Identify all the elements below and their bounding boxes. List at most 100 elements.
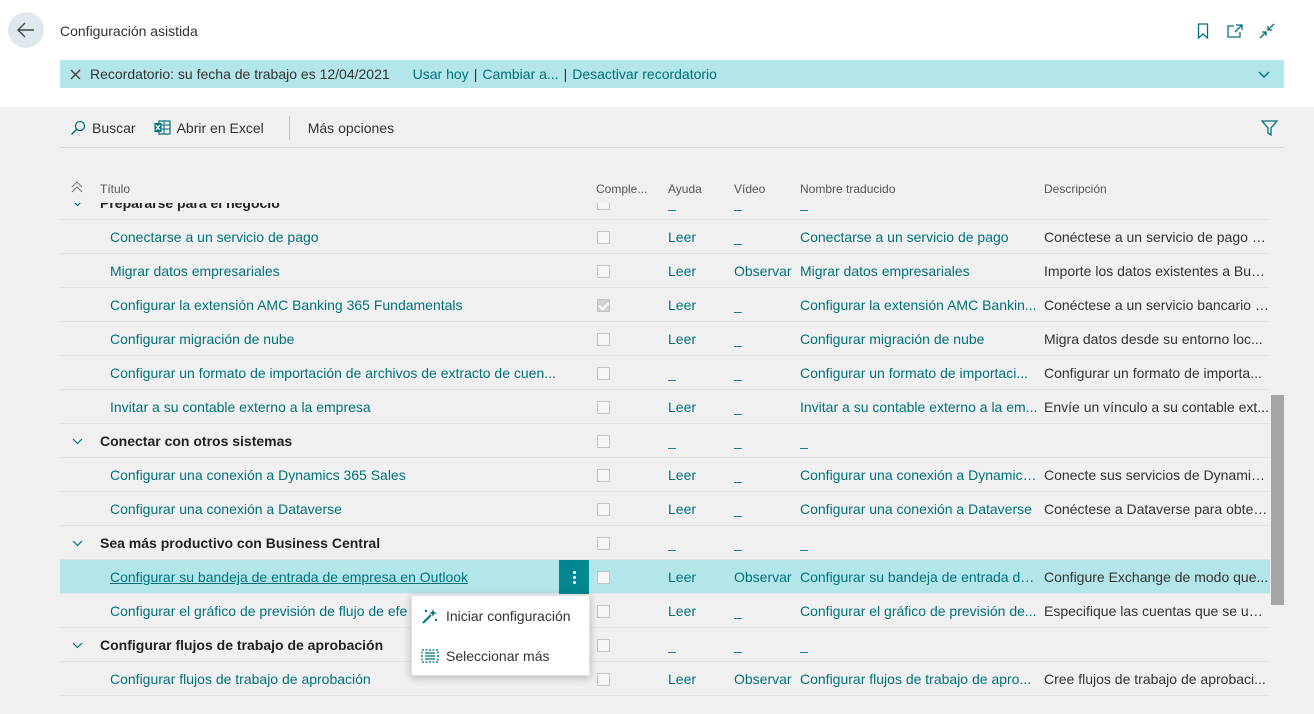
video-link[interactable]: _: [734, 356, 794, 390]
chevron-down-icon[interactable]: [72, 424, 83, 458]
video-link[interactable]: _: [734, 424, 794, 458]
help-link[interactable]: _: [668, 628, 728, 662]
chevron-down-icon[interactable]: [72, 203, 83, 220]
completed-checkbox[interactable]: [597, 469, 610, 482]
search-button[interactable]: Buscar: [70, 120, 136, 136]
setup-title-link[interactable]: Migrar datos empresariales: [110, 254, 560, 288]
group-row[interactable]: Sea más productivo con Business Central _…: [60, 526, 1270, 560]
table-row[interactable]: Configurar la extensión AMC Banking 365 …: [60, 288, 1270, 322]
completed-checkbox[interactable]: [597, 367, 610, 380]
translated-name-link[interactable]: Migrar datos empresariales: [800, 254, 1038, 288]
table-row[interactable]: Configurar migración de nube Leer _ Configu…: [60, 322, 1270, 356]
video-link[interactable]: _: [734, 492, 794, 526]
completed-checkbox[interactable]: [597, 231, 610, 244]
translated-name-link[interactable]: Configurar flujos de trabajo de apro...: [800, 662, 1038, 696]
translated-name-link[interactable]: Conectarse a un servicio de pago: [800, 220, 1038, 254]
column-help[interactable]: Ayuda: [668, 182, 702, 196]
video-link[interactable]: _: [734, 220, 794, 254]
chevron-down-icon[interactable]: [72, 628, 83, 662]
completed-checkbox[interactable]: [597, 265, 610, 278]
completed-checkbox[interactable]: [597, 203, 610, 210]
column-description[interactable]: Descripción: [1044, 182, 1107, 196]
table-row[interactable]: Configurar un formato de importación de …: [60, 356, 1270, 390]
setup-title-link[interactable]: Configurar su bandeja de entrada de empr…: [110, 560, 550, 594]
back-button[interactable]: [8, 12, 44, 48]
translated-name-link[interactable]: Configurar el gráfico de previsión de...: [800, 594, 1038, 628]
help-link[interactable]: _: [668, 356, 728, 390]
completed-checkbox[interactable]: [597, 299, 610, 312]
help-link[interactable]: _: [668, 526, 728, 560]
translated-name-link[interactable]: _: [800, 203, 1038, 220]
group-row[interactable]: Configurar flujos de trabajo de aprobaci…: [60, 628, 1270, 662]
collapse-all-icon[interactable]: [71, 181, 83, 196]
select-more-menu-item[interactable]: Seleccionar más: [412, 636, 591, 676]
completed-checkbox[interactable]: [597, 639, 610, 652]
table-row[interactable]: Configurar una conexión a Dataverse Leer _…: [60, 492, 1270, 526]
help-link[interactable]: Leer: [668, 560, 728, 594]
close-icon[interactable]: [60, 69, 90, 80]
table-row[interactable]: Configurar su bandeja de entrada de empr…: [60, 560, 1270, 594]
use-today-link[interactable]: Usar hoy: [413, 66, 469, 82]
translated-name-link[interactable]: _: [800, 424, 1038, 458]
help-link[interactable]: Leer: [668, 492, 728, 526]
table-row[interactable]: Invitar a su contable externo a la empre…: [60, 390, 1270, 424]
completed-checkbox[interactable]: [597, 435, 610, 448]
table-row[interactable]: Configurar flujos de trabajo de aprobaci…: [60, 662, 1270, 696]
chevron-down-icon[interactable]: [72, 526, 83, 560]
row-menu-button[interactable]: [559, 560, 589, 594]
column-video[interactable]: Vídeo: [734, 182, 765, 196]
column-title[interactable]: Título: [100, 182, 130, 196]
translated-name-link[interactable]: _: [800, 526, 1038, 560]
table-row[interactable]: Migrar datos empresariales Leer Observar Mi…: [60, 254, 1270, 288]
column-translated-name[interactable]: Nombre traducido: [800, 182, 895, 196]
start-setup-menu-item[interactable]: Iniciar configuración: [412, 596, 591, 636]
table-row[interactable]: Configurar una conexión a Dynamics 365 S…: [60, 458, 1270, 492]
help-link[interactable]: Leer: [668, 662, 728, 696]
table-row[interactable]: Conectarse a un servicio de pago Leer _ Con…: [60, 220, 1270, 254]
video-link[interactable]: Observar: [734, 662, 794, 696]
scrollbar-thumb[interactable]: [1271, 395, 1284, 605]
bookmark-icon[interactable]: [1194, 20, 1212, 42]
translated-name-link[interactable]: Configurar una conexión a Dataverse: [800, 492, 1038, 526]
video-link[interactable]: Observar: [734, 254, 794, 288]
video-link[interactable]: _: [734, 526, 794, 560]
completed-checkbox[interactable]: [597, 673, 610, 686]
help-link[interactable]: Leer: [668, 390, 728, 424]
column-completed[interactable]: Comple...: [596, 182, 647, 196]
open-excel-button[interactable]: Abrir en Excel: [154, 120, 264, 136]
help-link[interactable]: Leer: [668, 458, 728, 492]
translated-name-link[interactable]: Configurar un formato de importaci...: [800, 356, 1038, 390]
completed-checkbox[interactable]: [597, 333, 610, 346]
disable-reminder-link[interactable]: Desactivar recordatorio: [572, 66, 717, 82]
setup-title-link[interactable]: Configurar una conexión a Dataverse: [110, 492, 560, 526]
setup-title-link[interactable]: Conectarse a un servicio de pago: [110, 220, 560, 254]
video-link[interactable]: _: [734, 458, 794, 492]
group-row[interactable]: Prepararse para el negocio _ _ _: [60, 203, 1270, 220]
translated-name-link[interactable]: Configurar la extensión AMC Bankin...: [800, 288, 1038, 322]
setup-title-link[interactable]: Invitar a su contable externo a la empre…: [110, 390, 560, 424]
translated-name-link[interactable]: Configurar una conexión a Dynamics...: [800, 458, 1038, 492]
completed-checkbox[interactable]: [597, 605, 610, 618]
video-link[interactable]: Observar: [734, 560, 794, 594]
completed-checkbox[interactable]: [597, 401, 610, 414]
setup-title-link[interactable]: Configurar un formato de importación de …: [110, 356, 560, 390]
help-link[interactable]: Leer: [668, 220, 728, 254]
setup-title-link[interactable]: Configurar una conexión a Dynamics 365 S…: [110, 458, 560, 492]
help-link[interactable]: _: [668, 203, 728, 220]
collapse-icon[interactable]: [1258, 20, 1276, 42]
completed-checkbox[interactable]: [597, 537, 610, 550]
video-link[interactable]: _: [734, 203, 794, 220]
more-options-button[interactable]: Más opciones: [308, 120, 394, 136]
help-link[interactable]: Leer: [668, 288, 728, 322]
video-link[interactable]: _: [734, 594, 794, 628]
video-link[interactable]: _: [734, 322, 794, 356]
completed-checkbox[interactable]: [597, 571, 610, 584]
completed-checkbox[interactable]: [597, 503, 610, 516]
video-link[interactable]: _: [734, 628, 794, 662]
setup-title-link[interactable]: Configurar la extensión AMC Banking 365 …: [110, 288, 560, 322]
help-link[interactable]: Leer: [668, 322, 728, 356]
table-row[interactable]: Configurar el gráfico de previsión de fl…: [60, 594, 1270, 628]
change-to-link[interactable]: Cambiar a...: [482, 66, 558, 82]
video-link[interactable]: _: [734, 288, 794, 322]
open-new-window-icon[interactable]: [1226, 20, 1244, 42]
